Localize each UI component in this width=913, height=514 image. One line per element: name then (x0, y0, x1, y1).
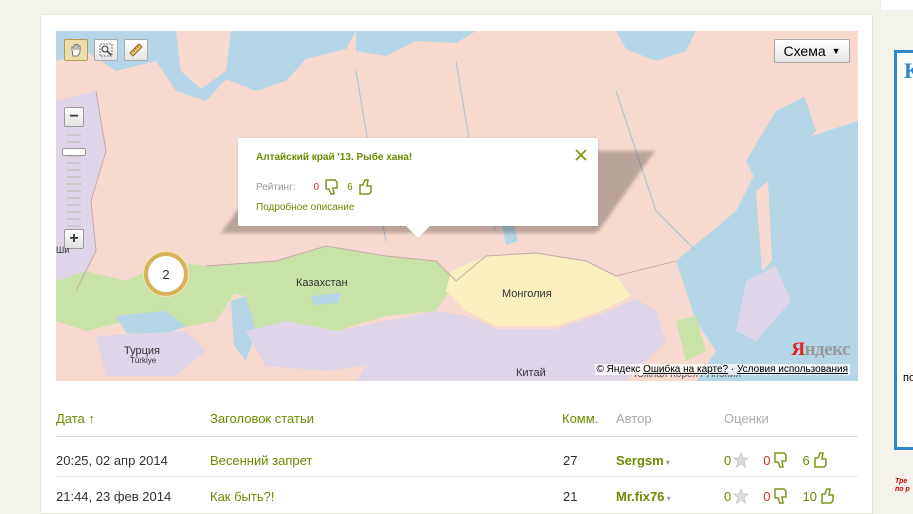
table-row: 20:25, 02 апр 2014 Весенний запрет 27 Se… (56, 446, 858, 476)
row-title-link[interactable]: Весенний запрет (210, 453, 312, 468)
star-count: 0 (724, 452, 732, 468)
row-author-link[interactable]: Mr.fix76 ▾ (616, 489, 671, 504)
sort-arrow-icon: ↑ (88, 411, 95, 426)
like-count: 6 (802, 452, 810, 468)
balloon-title[interactable]: Алтайский край '13. Рыбе хана! (256, 152, 412, 163)
author-menu-icon: ▾ (664, 494, 671, 503)
ruler-tool-button[interactable] (124, 39, 148, 61)
map-balloon: Алтайский край '13. Рыбе хана! Рейтинг: … (238, 138, 598, 238)
star-icon[interactable] (733, 488, 750, 504)
row-comments: 27 (563, 453, 578, 468)
hand-icon (71, 44, 81, 57)
thumbs-down-icon[interactable] (772, 487, 790, 505)
row-divider (56, 476, 858, 477)
row-author-link[interactable]: Sergsm ▾ (616, 453, 670, 468)
ruler-icon (129, 43, 143, 57)
like-count: 6 (347, 181, 353, 193)
map-label-china: Китай (516, 367, 546, 379)
row-comments: 21 (563, 489, 578, 504)
column-header-ratings: Оценки (724, 411, 769, 426)
zoom-slider-track[interactable] (64, 129, 84, 233)
header-divider (56, 436, 858, 437)
like-count: 10 (802, 488, 817, 504)
hand-tool-button[interactable] (64, 39, 88, 61)
row-title-link[interactable]: Как быть?! (210, 489, 274, 504)
balloon-rating: Рейтинг: 0 6 (256, 178, 375, 196)
map-label-turkey-native: Türkiye (130, 356, 157, 365)
thumbs-up-icon[interactable] (357, 178, 375, 196)
magnifier-icon (99, 43, 113, 57)
row-date: 20:25, 02 апр 2014 (56, 453, 168, 468)
star-icon[interactable] (733, 452, 750, 468)
column-header-title[interactable]: Заголовок статьи (210, 411, 314, 426)
map-label-partial: Ши (56, 245, 70, 255)
author-menu-icon: ▾ (663, 458, 670, 467)
thumbs-down-icon[interactable] (772, 451, 790, 469)
cluster-count: 2 (162, 266, 170, 282)
terms-link[interactable]: Условия использования (737, 364, 848, 375)
chevron-down-icon: ▼ (831, 46, 841, 56)
row-ratings: 0 0 10 (724, 487, 837, 505)
thumbs-down-icon[interactable] (323, 178, 341, 196)
dislike-count: 0 (313, 181, 320, 193)
yandex-logo: Яндекс (791, 339, 850, 360)
cluster-marker[interactable]: 2 (144, 252, 188, 296)
details-link[interactable]: Подробное описание (256, 202, 354, 213)
column-header-comments[interactable]: Комм. (562, 411, 598, 426)
dislike-count: 0 (763, 488, 771, 504)
rating-label: Рейтинг: (256, 181, 296, 193)
balloon-tail (406, 226, 430, 238)
sidebar-widget (894, 50, 913, 450)
map-type-label: Схема (783, 43, 826, 59)
sidebar-widget-letter: К (904, 58, 913, 83)
row-ratings: 0 0 6 (724, 451, 830, 469)
column-header-date[interactable]: Дата ↑ (56, 411, 95, 426)
star-count: 0 (724, 488, 732, 504)
map-error-link[interactable]: Ошибка на карте? (643, 364, 728, 375)
column-header-author: Автор (616, 411, 652, 426)
map-copyright: © Яндекс Ошибка на карте? · Условия испо… (594, 364, 850, 375)
thumbs-up-icon[interactable] (812, 451, 830, 469)
zoom-slider-handle[interactable] (62, 148, 86, 156)
map[interactable]: Схема ▼ − + Ши Казахстан Монголия Турция… (56, 31, 858, 381)
thumbs-up-icon[interactable] (819, 487, 837, 505)
map-type-dropdown[interactable]: Схема ▼ (774, 39, 850, 63)
map-label-mongolia: Монголия (502, 288, 552, 300)
copyright-text: © Яндекс (596, 364, 641, 375)
table-row: 21:44, 23 фев 2014 Как быть?! 21 Mr.fix7… (56, 482, 858, 512)
dislike-count: 0 (763, 452, 771, 468)
sidebar-widget-text: по (903, 372, 913, 384)
close-icon[interactable] (574, 148, 588, 162)
sidebar-top-fragment (880, 0, 913, 10)
sidebar-red-note: Тре по р (895, 478, 910, 493)
map-label-kazakhstan: Казахстан (296, 277, 348, 289)
row-date: 21:44, 23 фев 2014 (56, 489, 172, 504)
magnifier-tool-button[interactable] (94, 39, 118, 61)
zoom-out-button[interactable]: − (64, 107, 84, 127)
